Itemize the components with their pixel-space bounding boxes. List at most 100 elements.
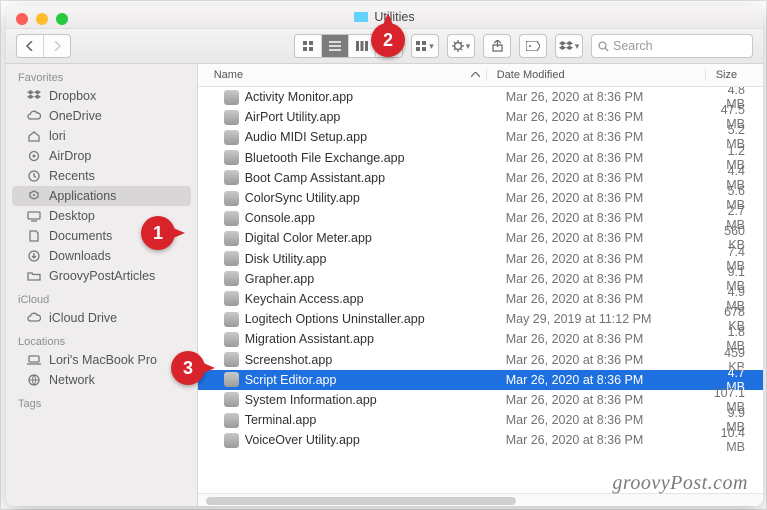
sidebar-item-applications[interactable]: Applications (12, 186, 191, 206)
file-row[interactable]: Screenshot.appMar 26, 2020 at 8:36 PM459… (198, 349, 763, 369)
sidebar-item-label: Dropbox (49, 89, 96, 103)
file-name: Console.app (245, 211, 315, 225)
zoom-button[interactable] (56, 13, 68, 25)
tags-button[interactable] (519, 34, 547, 58)
column-header-date[interactable]: Date Modified (486, 69, 705, 81)
file-date: Mar 26, 2020 at 8:36 PM (496, 353, 714, 367)
column-header-size[interactable]: Size (705, 69, 763, 81)
file-row[interactable]: Activity Monitor.appMar 26, 2020 at 8:36… (198, 87, 763, 107)
scrollbar-thumb[interactable] (206, 497, 516, 505)
sidebar-item-documents[interactable]: Documents (6, 226, 197, 246)
sidebar-item-groovypostarticles[interactable]: GroovyPostArticles (6, 266, 197, 286)
sidebar-item-label: GroovyPostArticles (49, 269, 155, 283)
share-button[interactable] (483, 34, 511, 58)
file-name: Bluetooth File Exchange.app (245, 151, 405, 165)
app-icon (224, 291, 239, 306)
file-row[interactable]: Script Editor.appMar 26, 2020 at 8:36 PM… (198, 370, 763, 390)
file-row[interactable]: Disk Utility.appMar 26, 2020 at 8:36 PM7… (198, 249, 763, 269)
icon-view-button[interactable] (295, 35, 322, 57)
list-view-button[interactable] (322, 35, 349, 57)
sidebar-item-downloads[interactable]: Downloads (6, 246, 197, 266)
file-name: Audio MIDI Setup.app (245, 130, 367, 144)
file-name: Activity Monitor.app (245, 90, 353, 104)
minimize-button[interactable] (36, 13, 48, 25)
file-row[interactable]: Console.appMar 26, 2020 at 8:36 PM2.7 MB (198, 208, 763, 228)
sidebar-item-desktop[interactable]: Desktop (6, 206, 197, 226)
sidebar-item-dropbox[interactable]: Dropbox (6, 86, 197, 106)
sidebar-section-title: Locations (6, 328, 197, 350)
file-name: Grapher.app (245, 272, 315, 286)
file-row[interactable]: Audio MIDI Setup.app Mar 26, 2020 at 8:36… (198, 127, 763, 147)
sidebar-item-network[interactable]: Network (6, 370, 197, 390)
file-name: ColorSync Utility.app (245, 191, 360, 205)
column-view-button[interactable] (349, 35, 376, 57)
file-date: Mar 26, 2020 at 8:36 PM (496, 413, 714, 427)
file-date: Mar 26, 2020 at 8:36 PM (496, 252, 714, 266)
view-mode-segment (294, 34, 403, 58)
titlebar: Utilities (6, 6, 763, 29)
column-header-name[interactable]: Name (198, 69, 486, 81)
sidebar-item-label: Applications (49, 189, 116, 203)
file-row[interactable]: AirPort Utility.appMar 26, 2020 at 8:36 … (198, 107, 763, 127)
folder-icon (26, 269, 42, 283)
file-size: 10.4 MB (714, 426, 763, 454)
nav-back-forward (16, 34, 71, 58)
app-icon (224, 312, 239, 327)
sidebar-item-recents[interactable]: Recents (6, 166, 197, 186)
sidebar-item-airdrop[interactable]: AirDrop (6, 146, 197, 166)
file-row[interactable]: Terminal.appMar 26, 2020 at 8:36 PM9.9 M… (198, 410, 763, 430)
file-row[interactable]: Bluetooth File Exchange.appMar 26, 2020 … (198, 148, 763, 168)
gallery-view-button[interactable] (376, 35, 402, 57)
app-icon (224, 413, 239, 428)
file-name: Terminal.app (245, 413, 317, 427)
search-icon (598, 41, 609, 52)
file-date: Mar 26, 2020 at 8:36 PM (496, 130, 714, 144)
app-icon (224, 392, 239, 407)
network-icon (26, 373, 42, 387)
sidebar-item-onedrive[interactable]: OneDrive (6, 106, 197, 126)
watermark: groovyPost.com (612, 472, 748, 495)
file-name: VoiceOver Utility.app (245, 433, 360, 447)
file-row[interactable]: System Information.appMar 26, 2020 at 8:… (198, 390, 763, 410)
search-field[interactable]: Search (591, 34, 753, 58)
file-name: System Information.app (245, 393, 377, 407)
close-button[interactable] (16, 13, 28, 25)
file-list[interactable]: Activity Monitor.app Mar 26, 2020 at 8:36… (198, 87, 763, 493)
sidebar-item-label: Downloads (49, 249, 111, 263)
file-name: AirPort Utility.app (245, 110, 341, 124)
back-button[interactable] (17, 35, 44, 57)
sidebar-item-lori[interactable]: lori (6, 126, 197, 146)
file-row[interactable]: ColorSync Utility.appMar 26, 2020 at 8:3… (198, 188, 763, 208)
sidebar: FavoritesDropboxOneDriveloriAirDropRecen… (6, 64, 198, 506)
sidebar-item-label: Desktop (49, 209, 95, 223)
file-name: Script Editor.app (245, 373, 337, 387)
file-row[interactable]: VoiceOver Utility.appMar 26, 2020 at 8:3… (198, 430, 763, 450)
file-row[interactable]: Digital Color Meter.appMar 26, 2020 at 8… (198, 228, 763, 248)
file-row[interactable]: Logitech Options Uninstaller.appMay 29, … (198, 309, 763, 329)
file-row[interactable]: Keychain Access.appMar 26, 2020 at 8:36 … (198, 289, 763, 309)
app-icon (224, 231, 239, 246)
file-date: Mar 26, 2020 at 8:36 PM (496, 292, 714, 306)
sidebar-item-lori-s-macbook-pro[interactable]: Lori's MacBook Pro (6, 350, 197, 370)
app-icon (224, 433, 239, 448)
apps-icon (26, 189, 42, 203)
arrange-button[interactable]: ▾ (411, 34, 439, 58)
dropbox-button[interactable]: ▾ (555, 34, 583, 58)
app-icon (224, 90, 239, 105)
action-button[interactable]: ▾ (447, 34, 475, 58)
file-row[interactable]: Migration Assistant.appMar 26, 2020 at 8… (198, 329, 763, 349)
window-title: Utilities (374, 10, 414, 24)
file-date: Mar 26, 2020 at 8:36 PM (496, 272, 714, 286)
app-icon (224, 332, 239, 347)
cloud-icon (26, 311, 42, 325)
file-row[interactable]: Boot Camp Assistant.appMar 26, 2020 at 8… (198, 168, 763, 188)
file-row[interactable]: Grapher.appMar 26, 2020 at 8:36 PM9.1 MB (198, 269, 763, 289)
toolbar: ▾ ▾ ▾ Search (6, 29, 763, 64)
sidebar-section-title: Tags (6, 390, 197, 412)
file-name: Digital Color Meter.app (245, 231, 372, 245)
dropbox-icon (26, 89, 42, 103)
sidebar-item-icloud-drive[interactable]: iCloud Drive (6, 308, 197, 328)
forward-button[interactable] (44, 35, 70, 57)
app-icon (224, 271, 239, 286)
file-name: Boot Camp Assistant.app (245, 171, 385, 185)
